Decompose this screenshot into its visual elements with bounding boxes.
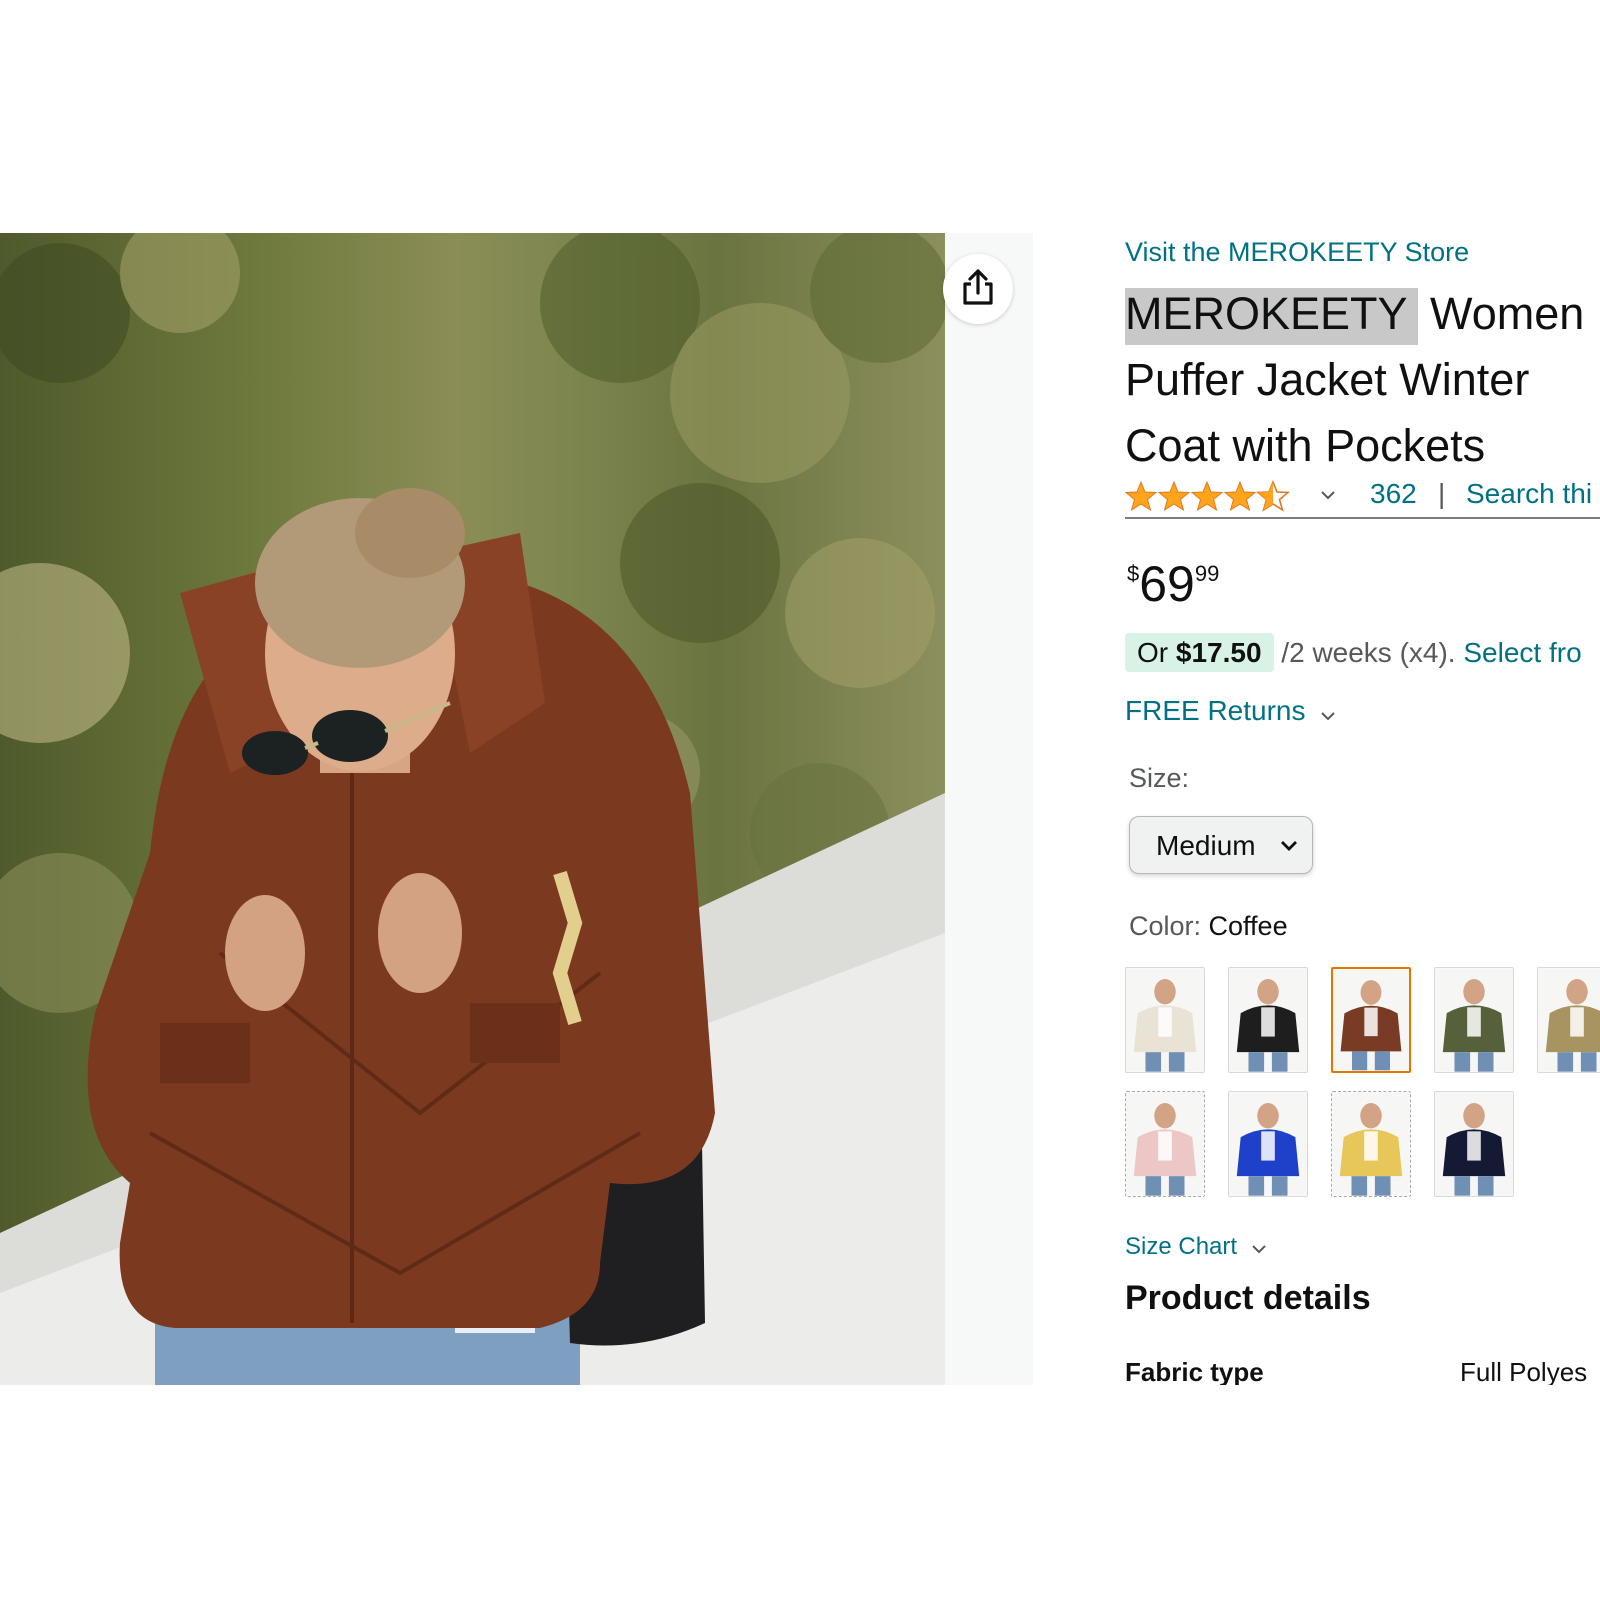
size-chart-label: Size Chart [1125,1233,1238,1260]
detail-value: Full Polyes [1460,1357,1588,1385]
swatch-thumbnail [1229,1092,1307,1196]
free-returns-link[interactable]: FREE Returns [1125,695,1336,729]
price-whole: 69 [1139,556,1195,612]
color-swatch-coffee[interactable] [1331,967,1411,1073]
chevron-down-icon [1280,839,1298,857]
swatch-thumbnail [1435,968,1513,1072]
swatch-thumbnail [1435,1092,1513,1196]
product-main-image[interactable] [0,233,945,1385]
color-swatch-yellow[interactable] [1331,1091,1411,1197]
installment-schedule: /2 weeks (x4). [1273,637,1456,668]
price: $6999 [1127,559,1219,609]
installment-select-link[interactable]: Select fro [1456,637,1581,668]
product-page: Visit the MEROKEETY Store MEROKEETY Wome… [0,0,1600,1600]
product-details-heading: Product details [1125,1279,1371,1317]
price-currency: $ [1127,561,1140,586]
rating-count-link[interactable]: 362 [1370,478,1417,510]
buybox-panel: Visit the MEROKEETY Store MEROKEETY Wome… [1125,233,1600,1385]
installment-offer: Or $17.50 /2 weeks (x4). Select fro [1125,633,1582,672]
star-half-icon [1257,481,1289,511]
store-link[interactable]: Visit the MEROKEETY Store [1125,237,1469,268]
product-photo-illustration [0,233,945,1385]
detail-key: Fabric type [1125,1357,1264,1385]
size-chart-link[interactable]: Size Chart [1125,1233,1267,1262]
title-line-1-rest: Women [1417,288,1585,339]
color-swatch-pink[interactable] [1125,1091,1205,1197]
image-gutter [945,233,1033,1385]
swatch-thumbnail [1229,968,1307,1072]
product-title: MEROKEETY Women Puffer Jacket Winter Coa… [1125,281,1600,479]
installment-amount: $17.50 [1175,637,1262,668]
color-swatch-olive[interactable] [1434,967,1514,1073]
swatch-thumbnail [1332,1092,1410,1196]
price-fraction: 99 [1194,561,1220,586]
title-line-2: Puffer Jacket Winter [1125,354,1530,405]
installment-prefix: Or [1137,637,1176,668]
separator: | [1438,478,1446,509]
share-icon [960,267,996,312]
star-icon [1125,481,1157,511]
color-selected-value: Coffee [1208,911,1288,941]
size-dropdown[interactable]: Medium [1129,816,1313,874]
color-swatch-khaki[interactable] [1537,967,1600,1073]
color-label-text: Color: [1129,911,1209,941]
chevron-down-icon [1251,1234,1267,1262]
color-swatch-royal-blue[interactable] [1228,1091,1308,1197]
swatch-thumbnail [1333,969,1409,1071]
search-this-page-link[interactable]: Search thi [1466,478,1592,510]
free-returns-label: FREE Returns [1125,695,1306,726]
installment-pill: Or $17.50 [1125,633,1274,672]
chevron-down-icon [1320,697,1336,729]
color-swatch-navy[interactable] [1434,1091,1514,1197]
title-line-1: MEROKEETY Women [1125,281,1600,347]
title-line-3: Coat with Pockets [1125,420,1486,471]
size-label: Size: [1129,763,1190,793]
swatch-thumbnail [1126,968,1204,1072]
star-icon [1224,481,1256,511]
swatch-thumbnail [1126,1092,1204,1196]
chevron-down-icon[interactable] [1320,488,1336,506]
title-brand-highlight: MEROKEETY [1125,288,1418,345]
rating-stars[interactable] [1125,478,1295,519]
star-icon [1158,481,1190,511]
star-icon [1191,481,1223,511]
share-button[interactable] [943,254,1013,324]
size-selected-value: Medium [1156,830,1256,861]
color-swatch-cream[interactable] [1125,967,1205,1073]
color-label: Color: Coffee [1129,911,1288,942]
rating-row: 362 | Search thi [1125,478,1600,518]
color-swatch-black[interactable] [1228,967,1308,1073]
swatch-thumbnail [1538,968,1600,1072]
divider [1125,517,1600,519]
